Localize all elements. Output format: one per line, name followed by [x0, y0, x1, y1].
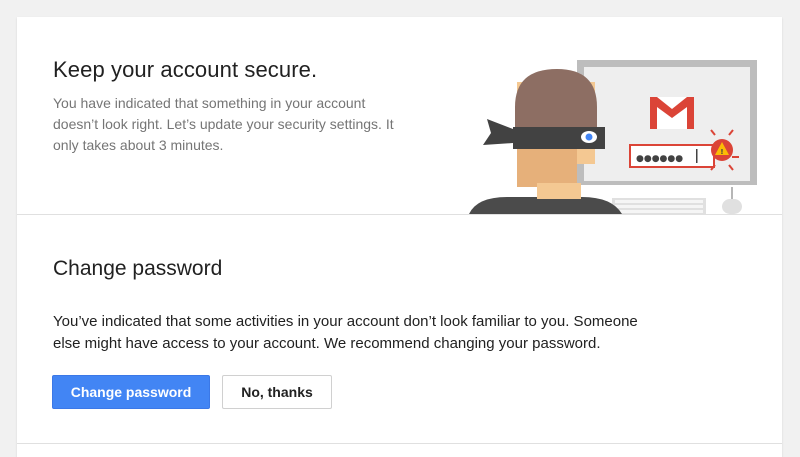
keyboard-icon	[612, 198, 706, 214]
change-password-button[interactable]: Change password	[52, 375, 210, 409]
hero-title: Keep your account secure.	[53, 57, 318, 82]
section-divider	[17, 214, 782, 215]
password-mask: ●●●●●●	[636, 154, 683, 164]
hero-section: Keep your account secure. You have indic…	[17, 17, 782, 214]
hero-description: You have indicated that something in you…	[53, 95, 394, 153]
hacker-hair-icon	[515, 69, 597, 127]
bottom-divider	[17, 443, 782, 444]
password-field-icon: ●●●●●●	[629, 144, 715, 168]
hacker-body-icon	[469, 197, 622, 214]
warning-glyph: !	[720, 148, 723, 156]
gmail-icon	[650, 97, 694, 129]
hacker-illustration: ●●●●●● !	[469, 60, 757, 214]
no-thanks-button[interactable]: No, thanks	[222, 375, 332, 409]
security-card: Keep your account secure. You have indic…	[17, 17, 782, 457]
change-password-title: Change password	[53, 257, 223, 280]
change-password-description: You’ve indicated that some activities in…	[53, 313, 638, 352]
mouse-icon	[722, 187, 742, 214]
